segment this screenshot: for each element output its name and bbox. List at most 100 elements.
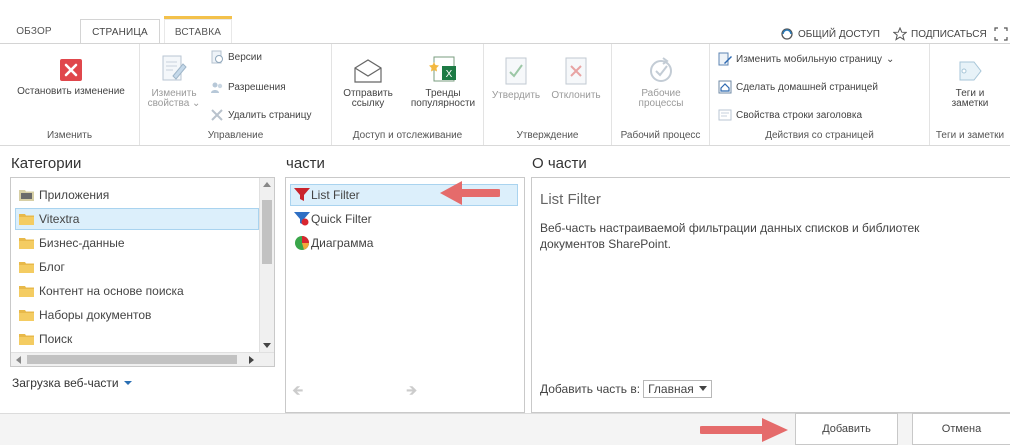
approve-icon (505, 57, 527, 85)
upload-web-part-button[interactable]: Загрузка веб-части (12, 376, 133, 390)
svg-text:X: X (446, 69, 453, 80)
focus-on-content-button[interactable] (994, 27, 1008, 41)
ribbon-group-edit: Остановить изменение Изменить (0, 44, 140, 145)
approve-label: Утвердить (491, 90, 541, 101)
follow-link[interactable]: ПОДПИСАТЬСЯ (893, 27, 987, 41)
category-item[interactable]: Блог (19, 256, 65, 278)
permissions-icon (211, 82, 223, 93)
trends-label-2: популярности (410, 98, 476, 109)
follow-label: ПОДПИСАТЬСЯ (911, 28, 987, 40)
category-label: Приложения (39, 188, 110, 202)
share-label: ОБЩИЙ ДОСТУП (798, 28, 880, 40)
page-actions-group-label: Действия со страницей (765, 130, 874, 141)
reject-button[interactable]: Отклонить (546, 56, 606, 101)
share-group-label: Доступ и отслеживание (352, 130, 463, 141)
tab-insert[interactable]: ВСТАВКА (164, 16, 232, 44)
manage-group-label: Управление (207, 130, 264, 141)
folder-icon (19, 334, 34, 345)
categories-vertical-scrollbar[interactable] (259, 178, 274, 352)
scroll-thumb[interactable] (262, 200, 272, 264)
edit-properties-icon (162, 55, 187, 81)
ribbon: Остановить изменение Изменить Изменить с… (0, 44, 1010, 146)
part-description-line-1: Веб-часть настраиваемой фильтрации данны… (540, 221, 920, 235)
email-link-label-2: ссылку (351, 98, 385, 109)
approval-group-label: Утверждение (516, 130, 579, 141)
categories-horizontal-scrollbar[interactable] (11, 352, 274, 366)
tags-notes-button[interactable]: Теги и заметки (936, 58, 1004, 109)
category-item-selected[interactable]: Vitextra (15, 208, 259, 230)
category-item[interactable]: Поиск (19, 328, 72, 350)
tags-icon (959, 61, 982, 81)
workflow-icon (650, 57, 672, 82)
scroll-down-arrow-icon[interactable] (263, 343, 271, 348)
category-item[interactable]: Наборы документов (19, 304, 151, 326)
permissions-label: Разрешения (228, 81, 286, 93)
edit-mobile-page-button[interactable]: Изменить мобильную страницу ⌄ (718, 52, 894, 66)
folder-icon (19, 214, 34, 225)
previous-page-arrow-icon[interactable]: 🡸 (292, 380, 303, 404)
ribbon-tab-bar: ОБЗОР СТРАНИЦА ВСТАВКА ОБЩИЙ ДОСТУП ПОДП… (0, 0, 1010, 44)
tab-browse[interactable]: ОБЗОР (8, 19, 60, 44)
part-item[interactable]: Quick Filter (294, 208, 372, 230)
stop-edit-icon (60, 59, 82, 81)
edit-properties-button[interactable]: Изменить свойства ⌄ (144, 54, 204, 109)
next-page-arrow-icon[interactable]: 🡺 (406, 380, 417, 404)
tab-page[interactable]: СТРАНИЦА (80, 19, 160, 44)
annotation-arrow-left-icon (440, 181, 500, 205)
title-bar-icon (718, 109, 732, 121)
categories-title: Категории (11, 155, 82, 172)
part-label: Диаграмма (311, 236, 374, 250)
category-label: Блог (39, 260, 65, 274)
star-icon (893, 27, 907, 41)
email-link-button[interactable]: Отправить ссылку (338, 58, 398, 109)
versions-button[interactable]: Версии (210, 50, 262, 64)
title-bar-properties-label: Свойства строки заголовка (736, 109, 863, 121)
category-item[interactable]: Контент на основе поиска (19, 280, 184, 302)
parts-list[interactable]: List Filter Quick Filter Диаграмма 🡸 🡺 (285, 177, 525, 413)
add-button[interactable]: Добавить (795, 413, 898, 445)
folder-icon (19, 310, 34, 321)
share-link[interactable]: ОБЩИЙ ДОСТУП (780, 27, 880, 41)
permissions-button[interactable]: Разрешения (210, 80, 286, 94)
delete-page-button[interactable]: Удалить страницу (210, 108, 312, 122)
pie-chart-icon (295, 236, 309, 250)
reject-icon (565, 57, 587, 85)
scroll-up-arrow-icon[interactable] (263, 182, 271, 187)
ribbon-group-share: Отправить ссылку X Тренды популярности Д… (332, 44, 484, 145)
workflows-button[interactable]: Рабочие процессы (622, 56, 700, 109)
reject-label: Отклонить (551, 90, 601, 101)
edit-group-label: Изменить (46, 130, 93, 141)
upload-web-part-label: Загрузка веб-части (12, 376, 119, 390)
category-item[interactable]: Приложения (19, 184, 109, 206)
delete-icon (211, 109, 223, 121)
ribbon-group-workflow: Рабочие процессы Рабочий процесс (612, 44, 710, 145)
versions-icon (211, 50, 223, 64)
delete-page-label: Удалить страницу (228, 109, 312, 121)
make-homepage-button[interactable]: Сделать домашней страницей (718, 80, 878, 94)
about-panel: List Filter Веб-часть настраиваемой филь… (531, 177, 1010, 413)
stop-editing-button[interactable]: Остановить изменение (6, 58, 136, 97)
part-item[interactable]: Диаграмма (294, 232, 373, 254)
category-item[interactable]: Бизнес-данные (19, 232, 125, 254)
zone-select[interactable]: Главная (643, 380, 712, 398)
focus-icon (994, 27, 1008, 41)
approve-button[interactable]: Утвердить (488, 56, 544, 101)
category-label: Поиск (39, 332, 73, 346)
annotation-arrow-right-icon (700, 418, 788, 442)
scroll-left-arrow-icon[interactable] (16, 356, 21, 364)
tags-group-label: Теги и заметки (935, 130, 1005, 141)
cancel-button[interactable]: Отмена (912, 413, 1010, 445)
categories-list[interactable]: Приложения Vitextra Бизнес-данные Блог К… (10, 177, 275, 367)
workflows-label-2: процессы (638, 98, 684, 109)
horizontal-scroll-thumb[interactable] (27, 355, 237, 364)
part-name: List Filter (540, 191, 601, 208)
category-label: Наборы документов (39, 308, 152, 322)
part-description: Веб-часть настраиваемой фильтрации данны… (540, 220, 919, 252)
ribbon-group-tags: Теги и заметки Теги и заметки (930, 44, 1010, 145)
scroll-right-arrow-icon[interactable] (249, 356, 254, 364)
versions-label: Версии (228, 51, 262, 63)
popularity-trends-button[interactable]: X Тренды популярности (408, 54, 478, 109)
zone-select-value: Главная (648, 382, 694, 396)
title-bar-properties-button[interactable]: Свойства строки заголовка (718, 108, 862, 122)
add-part-zone-row: Добавить часть в: Главная (540, 380, 712, 398)
